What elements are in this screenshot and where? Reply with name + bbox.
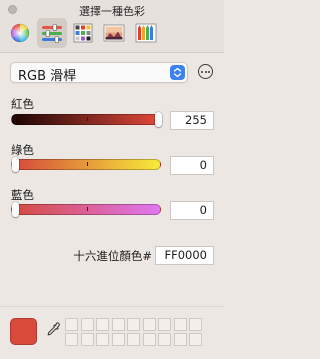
green-slider-knob[interactable]: [11, 157, 19, 172]
tab-sliders[interactable]: [37, 18, 67, 48]
hex-color-field[interactable]: FF0000: [155, 246, 214, 265]
green-slider-midpoint-tick: [87, 162, 88, 166]
tab-palettes[interactable]: [68, 18, 98, 48]
saved-color-well[interactable]: [142, 333, 156, 346]
color-mode-popup[interactable]: RGB 滑桿: [10, 62, 188, 84]
hex-color-label: 十六進位顏色#: [73, 249, 152, 263]
red-slider-knob[interactable]: [154, 112, 162, 127]
saved-color-well[interactable]: [189, 333, 202, 346]
more-options-button[interactable]: [198, 64, 213, 79]
tab-color-wheel[interactable]: [5, 18, 35, 48]
eyedropper-icon: [47, 322, 60, 336]
red-value-field[interactable]: 255: [170, 111, 214, 130]
window-title: 選擇一種色彩: [79, 5, 145, 18]
title-bar: 選擇一種色彩: [0, 0, 224, 53]
saved-color-well[interactable]: [158, 318, 171, 331]
saved-color-well[interactable]: [173, 318, 187, 331]
red-slider[interactable]: [11, 112, 162, 127]
blue-value-field[interactable]: 0: [170, 201, 214, 220]
chevron-up-down-icon: [170, 65, 185, 80]
blue-slider[interactable]: [11, 202, 161, 217]
color-wheel-icon: [10, 23, 30, 43]
saved-color-well[interactable]: [80, 333, 94, 346]
saved-color-well[interactable]: [65, 318, 78, 331]
blue-slider-label: 藍色: [11, 188, 34, 202]
saved-colors-grid: [65, 318, 209, 348]
image-icon: [103, 24, 125, 42]
blue-slider-knob[interactable]: [11, 202, 19, 217]
saved-color-well[interactable]: [158, 333, 171, 346]
green-value-field[interactable]: 0: [170, 156, 214, 175]
saved-color-well[interactable]: [96, 333, 109, 346]
saved-color-well[interactable]: [173, 333, 187, 346]
saved-color-well[interactable]: [127, 318, 140, 331]
tab-pencils[interactable]: [131, 18, 161, 48]
red-slider-label: 紅色: [11, 97, 34, 111]
divider: [0, 306, 224, 307]
saved-color-well[interactable]: [111, 318, 125, 331]
green-slider-label: 綠色: [11, 143, 34, 157]
pencils-icon: [135, 23, 157, 43]
saved-color-well[interactable]: [142, 318, 156, 331]
palettes-grid-icon: [73, 23, 93, 43]
green-slider[interactable]: [11, 157, 161, 172]
saved-color-well[interactable]: [80, 318, 94, 331]
ellipsis-icon: [201, 70, 210, 73]
blue-slider-midpoint-tick: [87, 207, 88, 211]
red-slider-midpoint-tick: [87, 117, 88, 121]
saved-color-well[interactable]: [189, 318, 202, 331]
sliders-icon: [42, 24, 62, 43]
saved-color-well[interactable]: [96, 318, 109, 331]
saved-color-well[interactable]: [111, 333, 125, 346]
saved-color-well[interactable]: [65, 333, 78, 346]
eyedropper-button[interactable]: [46, 322, 60, 340]
color-mode-label: RGB 滑桿: [18, 69, 77, 84]
tab-image-palettes[interactable]: [99, 18, 129, 48]
current-color-swatch[interactable]: [10, 318, 37, 345]
saved-color-well[interactable]: [127, 333, 140, 346]
